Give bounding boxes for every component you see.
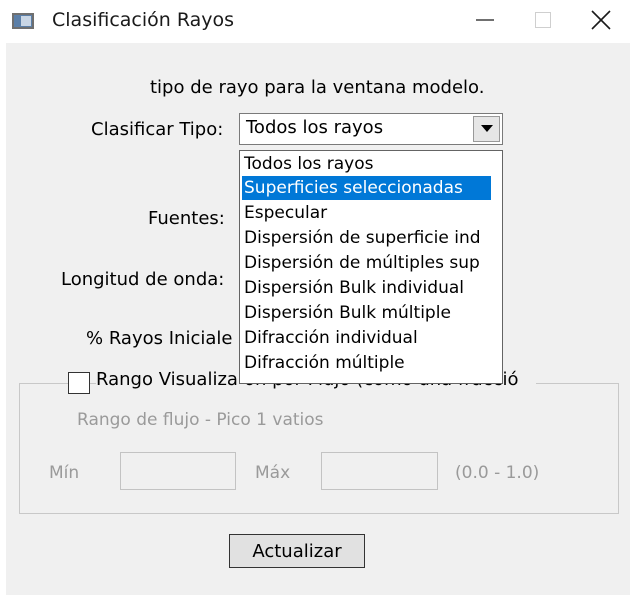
app-icon (12, 13, 34, 29)
maximize-icon (535, 12, 551, 28)
instruction-text: tipo de rayo para la ventana modelo. (150, 77, 485, 98)
option-difraccion-individual[interactable]: Difracción individual (242, 326, 502, 350)
option-difraccion-multiple[interactable]: Difracción múltiple (242, 351, 502, 375)
flux-range-title-left: Rango Visualiza (96, 369, 238, 390)
classify-type-select[interactable]: Todos los rayos (239, 113, 503, 145)
dialog-window: Clasificación Rayos tipo de rayo para la… (0, 0, 636, 599)
close-icon (591, 10, 611, 30)
option-todos-los-rayos[interactable]: Todos los rayos (242, 152, 502, 176)
flux-range-checkbox[interactable] (68, 372, 90, 394)
option-dispersion-bulk-individual[interactable]: Dispersión Bulk individual (242, 276, 502, 300)
update-button[interactable]: Actualizar (229, 534, 365, 568)
flux-range-label: Rango de flujo - Pico 1 vatios (77, 410, 324, 430)
dropdown-arrow-button[interactable] (473, 116, 500, 142)
min-label: Mín (49, 463, 80, 483)
title-bar[interactable]: Clasificación Rayos (0, 0, 636, 40)
range-hint: (0.0 - 1.0) (455, 463, 540, 483)
initial-rays-label: % Rayos Iniciale (86, 328, 233, 349)
minimize-icon (476, 19, 494, 21)
option-dispersion-multiples-superficies[interactable]: Dispersión de múltiples sup (242, 251, 502, 275)
classify-type-dropdown-list[interactable]: Todos los rayos Superficies seleccionada… (239, 150, 503, 384)
option-dispersion-superficie-individual[interactable]: Dispersión de superficie ind (242, 226, 502, 250)
window-title: Clasificación Rayos (52, 9, 235, 31)
dialog-body: tipo de rayo para la ventana modelo. Cla… (6, 43, 630, 595)
classify-type-value: Todos los rayos (246, 117, 384, 138)
option-especular[interactable]: Especular (242, 201, 502, 225)
max-label: Máx (255, 463, 291, 483)
chevron-down-icon (480, 125, 493, 132)
option-superficies-seleccionadas[interactable]: Superficies seleccionadas (242, 176, 491, 200)
sources-label: Fuentes: (148, 208, 225, 229)
wavelength-label: Longitud de onda: (61, 269, 225, 290)
close-button[interactable] (566, 0, 636, 40)
flux-range-group (19, 383, 619, 514)
min-input[interactable] (120, 452, 236, 490)
max-input[interactable] (321, 452, 438, 490)
option-dispersion-bulk-multiple[interactable]: Dispersión Bulk múltiple (242, 301, 502, 325)
classify-type-label: Clasificar Tipo: (91, 119, 224, 140)
